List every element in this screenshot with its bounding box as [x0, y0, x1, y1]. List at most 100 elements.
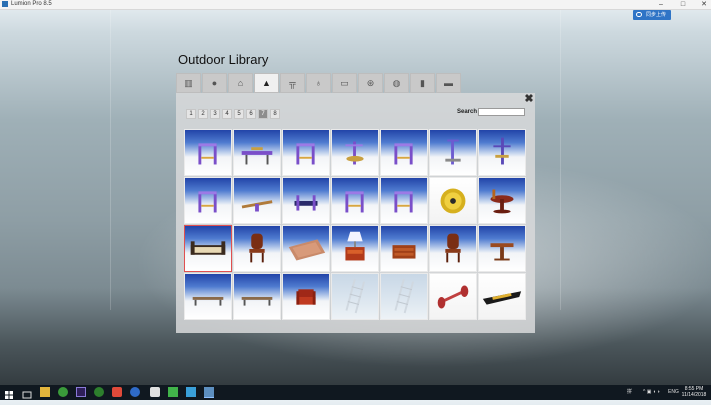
seesaw-icon	[241, 200, 273, 212]
library-item-low-table[interactable]	[233, 273, 281, 320]
app-blue-icon[interactable]	[130, 387, 140, 397]
task-view-icon[interactable]	[22, 387, 32, 399]
window-title: Lumion Pro 8.5	[11, 1, 52, 7]
library-item-boat[interactable]	[478, 273, 526, 320]
library-item-wooden-chair[interactable]	[429, 225, 477, 272]
page-2[interactable]: 2	[198, 109, 208, 119]
search-input[interactable]	[478, 108, 525, 116]
page-5[interactable]: 5	[234, 109, 244, 119]
library-title: Outdoor Library	[178, 52, 269, 67]
app-green-icon[interactable]	[58, 387, 68, 397]
taskbar: 拼 ^ ▣ ◖ ◗ ENG 8:55 PM 11/14/2018	[0, 385, 711, 400]
tab-lamp-icon[interactable]: ♁	[306, 73, 331, 93]
library-item-stepper-machine[interactable]	[429, 129, 477, 176]
tray-ime[interactable]: 拼	[627, 388, 632, 397]
share-button[interactable]: 同步上传	[633, 10, 671, 20]
page-1[interactable]: 1	[186, 109, 196, 119]
library-item-outdoor-bars[interactable]	[184, 177, 232, 224]
library-item-wooden-chair[interactable]	[233, 225, 281, 272]
tab-gear-circle-icon[interactable]: ⊛	[358, 73, 383, 93]
library-item-round-table[interactable]	[478, 177, 526, 224]
file-explorer-icon[interactable]	[40, 387, 50, 397]
library-item-low-table[interactable]	[184, 273, 232, 320]
library-item-dumbbell[interactable]	[429, 273, 477, 320]
outdoor-bars-icon	[345, 191, 364, 213]
tab-fence-icon[interactable]: ▥	[176, 73, 201, 93]
library-item-seesaw[interactable]	[233, 177, 281, 224]
tray-lang[interactable]: ENG	[668, 388, 679, 397]
outdoor-bars-icon	[198, 143, 217, 165]
wall-seam	[560, 10, 561, 310]
library-item-ladder[interactable]	[331, 273, 379, 320]
minimize-button[interactable]: –	[654, 0, 668, 9]
title-bar: Lumion Pro 8.5 – □ ✕	[0, 0, 711, 10]
category-tabs: ▥ ● ⌂ ▲ ╦ ♁ ▭ ⊛ ◍ ▮ ▬	[176, 73, 468, 93]
outdoor-bars-icon	[394, 191, 413, 213]
page-8[interactable]: 8	[270, 109, 280, 119]
page-3[interactable]: 3	[210, 109, 220, 119]
stepper-machine-icon	[445, 139, 461, 165]
library-item-twister-machine[interactable]	[331, 129, 379, 176]
library-item-press-machine[interactable]	[282, 177, 330, 224]
tray-icons[interactable]: ^ ▣ ◖ ◗	[643, 388, 660, 397]
cabinet-with-lamp-icon	[345, 231, 365, 261]
app-logo-icon	[2, 1, 8, 7]
library-item-gold-disc[interactable]	[429, 177, 477, 224]
library-item-outdoor-bars[interactable]	[184, 129, 232, 176]
outdoor-bars-icon	[198, 191, 217, 213]
app-sheet-icon[interactable]	[168, 387, 178, 397]
library-item-pull-up-tower[interactable]	[478, 129, 526, 176]
tab-sphere-icon[interactable]: ●	[202, 73, 227, 93]
library-item-cabinet-with-lamp[interactable]	[331, 225, 379, 272]
library-item-drawer-cabinet[interactable]	[380, 225, 428, 272]
outdoor-bars-icon	[296, 143, 315, 165]
app-red-icon[interactable]	[112, 387, 122, 397]
tab-bench-icon[interactable]: ╦	[280, 73, 305, 93]
app-green2-icon[interactable]	[94, 387, 104, 397]
boat-icon	[482, 291, 522, 305]
app-cloud-icon[interactable]	[186, 387, 196, 397]
library-item-daybed[interactable]	[184, 225, 232, 272]
armchair-icon	[296, 289, 316, 305]
library-item-armchair[interactable]	[282, 273, 330, 320]
pull-up-tower-icon	[493, 137, 511, 165]
search-label: Search	[457, 109, 478, 115]
tab-sofa-icon[interactable]: ▭	[332, 73, 357, 93]
library-item-outdoor-bars[interactable]	[331, 177, 379, 224]
page-6[interactable]: 6	[246, 109, 256, 119]
twister-machine-icon	[345, 141, 364, 165]
close-library-button[interactable]: ✖	[524, 94, 534, 105]
wooden-chair-icon	[445, 233, 461, 263]
library-item-outdoor-bars[interactable]	[282, 129, 330, 176]
clock[interactable]: 8:55 PM 11/14/2018	[680, 386, 708, 398]
app-white-icon[interactable]	[150, 387, 160, 397]
outdoor-bench-icon	[241, 147, 273, 165]
lumion-icon[interactable]	[204, 387, 214, 398]
library-item-ladder[interactable]	[380, 273, 428, 320]
tab-leaf-icon[interactable]: ◍	[384, 73, 409, 93]
after-effects-icon[interactable]	[76, 387, 86, 397]
gold-disc-icon	[440, 188, 466, 214]
windows-icon[interactable]	[4, 387, 14, 399]
share-label: 同步上传	[646, 12, 667, 18]
wooden-chair-icon	[249, 233, 265, 263]
maximize-button[interactable]: □	[676, 0, 690, 9]
press-machine-icon	[294, 195, 318, 211]
tab-house-icon[interactable]: ⌂	[228, 73, 253, 93]
drawer-cabinet-icon	[392, 245, 416, 259]
tab-tray-icon[interactable]: ▬	[436, 73, 461, 93]
dumbbell-icon	[437, 285, 469, 309]
page-4[interactable]: 4	[222, 109, 232, 119]
page-7[interactable]: 7	[258, 109, 268, 119]
outdoor-bars-icon	[394, 143, 413, 165]
ladder-icon	[394, 278, 415, 314]
tab-hill-icon[interactable]: ▲	[254, 73, 279, 93]
library-item-rug[interactable]	[282, 225, 330, 272]
rug-icon	[288, 239, 326, 261]
library-item-outdoor-bars[interactable]	[380, 177, 428, 224]
close-window-button[interactable]: ✕	[697, 0, 711, 9]
tab-bin-icon[interactable]: ▮	[410, 73, 435, 93]
library-item-outdoor-bars[interactable]	[380, 129, 428, 176]
library-item-side-table[interactable]	[478, 225, 526, 272]
library-item-outdoor-bench[interactable]	[233, 129, 281, 176]
